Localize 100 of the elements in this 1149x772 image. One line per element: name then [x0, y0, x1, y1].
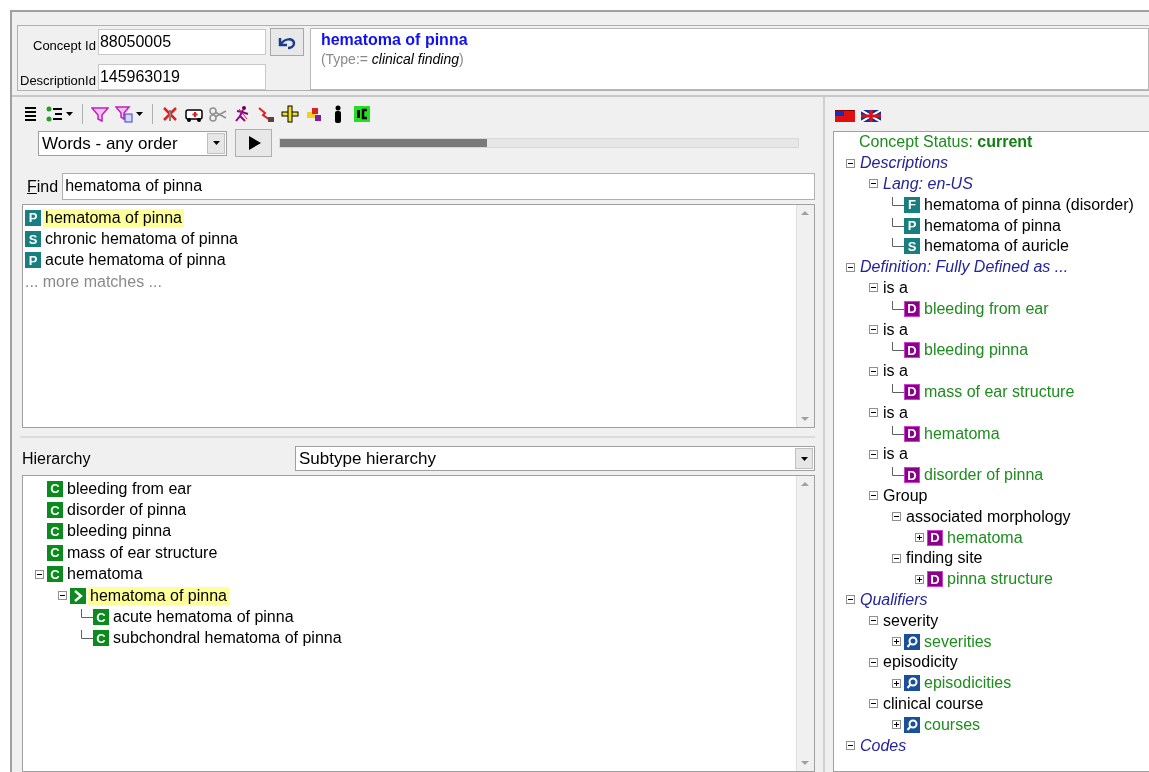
- tree-item[interactable]: bleeding from ear: [65, 479, 194, 498]
- flag-icon[interactable]: [861, 110, 881, 122]
- tree-item[interactable]: courses: [922, 715, 983, 734]
- scrollbar[interactable]: [796, 476, 814, 771]
- tree-item[interactable]: disorder of pinna: [922, 466, 1046, 485]
- connector-line: [892, 300, 904, 310]
- tree-item[interactable]: is a: [881, 320, 910, 339]
- tree-item[interactable]: disorder of pinna: [65, 501, 189, 520]
- connector-line: [892, 383, 904, 393]
- find-field[interactable]: hematoma of pinna: [62, 173, 815, 200]
- collapse-icon[interactable]: [845, 738, 855, 753]
- section-heading[interactable]: Codes: [858, 736, 909, 755]
- section-heading[interactable]: Qualifiers: [858, 590, 930, 609]
- type-badge: D: [904, 342, 920, 359]
- connector-line: [892, 196, 904, 206]
- tree-item[interactable]: Group: [881, 486, 930, 505]
- tree-item[interactable]: bleeding pinna: [65, 522, 174, 541]
- tree-item[interactable]: finding site: [904, 549, 985, 568]
- tree-item[interactable]: hematoma of pinna: [922, 216, 1063, 235]
- tree-item[interactable]: is a: [881, 403, 910, 422]
- caret-icon[interactable]: [212, 141, 220, 145]
- blocks-icon[interactable]: [305, 105, 323, 123]
- type-badge: P: [904, 217, 920, 234]
- tree-item[interactable]: hematoma: [922, 424, 1002, 443]
- connector-line: [892, 467, 904, 477]
- match-mode-select[interactable]: Words - any order: [38, 130, 227, 156]
- result-item[interactable]: chronic hematoma of pinna: [43, 230, 240, 249]
- tree-item[interactable]: pinna structure: [945, 570, 1055, 589]
- caret-icon[interactable]: [800, 456, 808, 461]
- type-badge: D: [927, 529, 943, 546]
- connector-line: [892, 238, 904, 248]
- connector-line: [81, 609, 93, 619]
- tree-item[interactable]: acute hematoma of pinna: [111, 608, 296, 627]
- list-icon[interactable]: [22, 105, 39, 123]
- tree-item[interactable]: mass of ear structure: [922, 382, 1077, 401]
- tree-item[interactable]: hematoma: [65, 565, 145, 584]
- undo-button[interactable]: [269, 28, 304, 56]
- section-heading[interactable]: Definition: Fully Defined as ...: [858, 258, 1071, 277]
- tree-item[interactable]: hematoma: [945, 528, 1025, 547]
- tree-item[interactable]: severity: [881, 611, 941, 630]
- magnifier-icon: [904, 633, 920, 650]
- type-badge: C: [93, 630, 109, 647]
- concept-id-field[interactable]: 88050005: [97, 29, 266, 55]
- status-value: current: [977, 133, 1033, 150]
- type-badge: C: [47, 544, 63, 561]
- scrollbar[interactable]: [796, 205, 814, 427]
- type-badge: C: [47, 523, 63, 540]
- tree-item[interactable]: associated morphology: [904, 507, 1073, 526]
- tree-item[interactable]: is a: [881, 278, 910, 297]
- type-badge: D: [904, 383, 920, 400]
- connector-line: [892, 342, 904, 352]
- concept-type: (Type:= clinical finding): [320, 51, 465, 67]
- tree-item[interactable]: is a: [881, 445, 910, 464]
- type-badge: P: [25, 209, 41, 226]
- tree-item[interactable]: severities: [922, 632, 994, 651]
- field-label: DescriptionId: [20, 73, 97, 90]
- tree-item[interactable]: hematoma of pinna (disorder): [922, 195, 1136, 214]
- expand-icon[interactable]: [891, 634, 901, 649]
- type-badge: F: [904, 196, 920, 213]
- cross-icon[interactable]: [161, 105, 179, 123]
- type-badge: S: [904, 238, 920, 255]
- type-badge: D: [904, 425, 920, 442]
- type-badge: C: [93, 609, 109, 626]
- play-icon: [246, 135, 261, 151]
- type-badge: D: [904, 300, 920, 317]
- filter-icon[interactable]: [91, 105, 109, 123]
- find-label: Find: [27, 177, 59, 196]
- tree-item[interactable]: subchondral hematoma of pinna: [111, 629, 344, 648]
- tree-list-icon[interactable]: [45, 105, 63, 123]
- tree-item[interactable]: episodicity: [881, 653, 960, 672]
- type-badge: S: [25, 231, 41, 248]
- tree-item[interactable]: episodicities: [922, 674, 1014, 693]
- filter-list-icon[interactable]: [115, 105, 133, 123]
- connector-line: [81, 630, 93, 640]
- tree-item[interactable]: bleeding from ear: [922, 299, 1051, 318]
- bracket-icon[interactable]: [353, 105, 371, 123]
- description-id-field[interactable]: 145963019: [97, 64, 266, 90]
- search-button[interactable]: [235, 129, 272, 157]
- section-heading[interactable]: Descriptions: [858, 154, 951, 173]
- concept-title: hematoma of pinna: [320, 31, 469, 49]
- tree-item[interactable]: mass of ear structure: [65, 543, 220, 562]
- type-badge: C: [47, 502, 63, 519]
- magnifier-icon: [904, 675, 920, 692]
- tree-item[interactable]: clinical course: [881, 694, 986, 713]
- tree-item[interactable]: hematoma of auricle: [922, 237, 1071, 256]
- running-figure-icon[interactable]: [233, 105, 251, 123]
- result-item[interactable]: hematoma of pinna: [43, 208, 184, 227]
- type-badge: P: [25, 252, 41, 269]
- tree-item[interactable]: is a: [881, 362, 910, 381]
- type-badge: D: [927, 571, 943, 588]
- result-item[interactable]: acute hematoma of pinna: [43, 251, 228, 270]
- magnifier-icon: [904, 716, 920, 733]
- section-heading[interactable]: Lang: en-US: [881, 175, 975, 193]
- more-matches-link[interactable]: ... more matches ...: [25, 271, 162, 293]
- tree-item[interactable]: bleeding pinna: [922, 341, 1031, 360]
- type-badge: C: [47, 480, 63, 497]
- type-badge: D: [904, 467, 920, 484]
- hierarchy-select[interactable]: Subtype hierarchy: [295, 446, 815, 471]
- tree-item[interactable]: hematoma of pinna: [88, 586, 229, 605]
- scissors-icon[interactable]: [209, 105, 227, 123]
